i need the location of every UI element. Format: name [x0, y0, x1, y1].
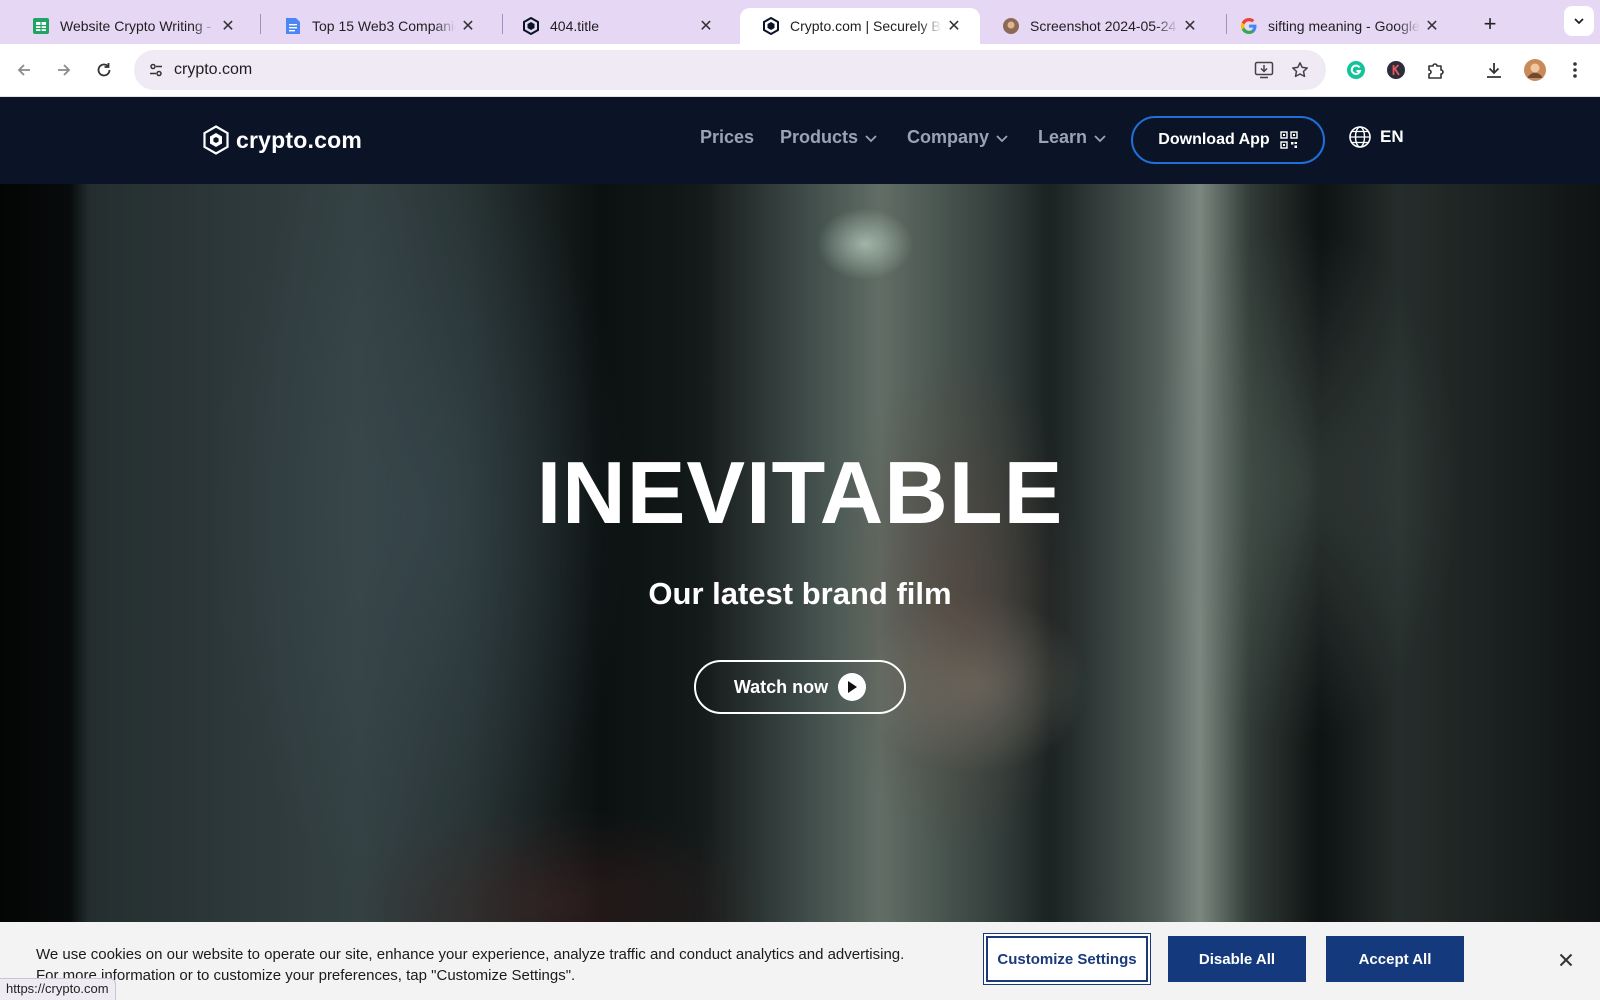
- customize-settings-button[interactable]: Customize Settings: [986, 936, 1148, 982]
- close-tab-icon[interactable]: ✕: [456, 14, 480, 38]
- forward-button[interactable]: [50, 56, 78, 84]
- arrow-right-icon: [58, 64, 71, 76]
- back-button[interactable]: [10, 56, 38, 84]
- arrow-left-icon: [17, 64, 30, 76]
- nav-products[interactable]: Products: [780, 127, 878, 148]
- nav-label: Products: [780, 127, 859, 147]
- nav-label: Prices: [700, 127, 755, 147]
- tab-website-crypto-writing[interactable]: Website Crypto Writing - Google Sheets ✕: [10, 8, 254, 44]
- crypto-com-logo[interactable]: crypto.com: [202, 125, 362, 155]
- grammarly-extension-icon[interactable]: [1342, 56, 1370, 84]
- close-icon[interactable]: [1554, 948, 1578, 972]
- tab-404-title[interactable]: 404.title ✕: [500, 8, 732, 44]
- tab-sifting-meaning[interactable]: sifting meaning - Google Search ✕: [1218, 8, 1458, 44]
- sheets-icon: [32, 17, 50, 35]
- new-tab-button[interactable]: +: [1476, 10, 1504, 38]
- nav-prices[interactable]: Prices: [700, 127, 754, 148]
- site-settings-icon[interactable]: [144, 58, 168, 82]
- chevron-down-icon: [996, 134, 1008, 142]
- tab-title: 404.title: [550, 18, 600, 34]
- url-text[interactable]: crypto.com: [174, 61, 252, 79]
- close-tab-icon[interactable]: ✕: [942, 14, 966, 38]
- tab-title: sifting meaning - Google Search: [1268, 18, 1420, 34]
- nav-company[interactable]: Company: [907, 127, 1009, 148]
- image-icon: [1002, 17, 1020, 35]
- hero-subtitle: Our latest brand film: [648, 576, 952, 611]
- tab-title: Screenshot 2024-05-24 at: [1030, 18, 1178, 34]
- install-app-icon[interactable]: [1252, 58, 1276, 82]
- tab-title: Top 15 Web3 Companies in 2024: [312, 18, 456, 34]
- watch-now-label: Watch now: [733, 676, 829, 697]
- reload-button[interactable]: [90, 56, 118, 84]
- address-bar[interactable]: crypto.com: [134, 50, 1326, 90]
- chevron-down-icon: [865, 134, 877, 142]
- logo-text: crypto.com: [236, 126, 362, 153]
- tab-divider: [260, 14, 261, 34]
- accept-all-button[interactable]: Accept All: [1326, 936, 1464, 982]
- close-tab-icon[interactable]: ✕: [694, 14, 718, 38]
- language-selector[interactable]: EN: [1348, 125, 1404, 149]
- reload-icon: [97, 63, 111, 77]
- hero-title: INEVITABLE: [536, 443, 1064, 542]
- status-bar-url: https://crypto.com: [0, 978, 116, 1000]
- site-header: crypto.com Prices Products Company Learn…: [0, 97, 1600, 184]
- nav-learn[interactable]: Learn: [1038, 127, 1107, 148]
- language-label: EN: [1380, 127, 1404, 146]
- download-app-label: Download App: [1158, 131, 1270, 148]
- docs-icon: [284, 17, 302, 35]
- downloads-icon[interactable]: [1480, 56, 1508, 84]
- watch-now-button[interactable]: Watch now: [694, 660, 906, 714]
- tab-screenshot[interactable]: Screenshot 2024-05-24 at ✕: [980, 8, 1216, 44]
- disable-all-button[interactable]: Disable All: [1168, 936, 1306, 982]
- bookmark-star-icon[interactable]: [1288, 58, 1312, 82]
- close-tab-icon[interactable]: ✕: [1420, 14, 1444, 38]
- tab-title: Website Crypto Writing - Google Sheets: [60, 18, 216, 34]
- crypto-com-icon: [762, 17, 780, 35]
- browser-toolbar: crypto.com: [0, 44, 1600, 97]
- tab-top-15-web3-companies[interactable]: Top 15 Web3 Companies in 2024 ✕: [262, 8, 494, 44]
- download-app-button[interactable]: Download App: [1131, 116, 1325, 164]
- extensions-puzzle-icon[interactable]: [1422, 56, 1450, 84]
- hero-video-banner: INEVITABLE Our latest brand film Watch n…: [0, 184, 1600, 922]
- play-icon: [838, 673, 867, 701]
- google-icon: [1240, 17, 1258, 35]
- qr-code-icon: [1279, 131, 1298, 149]
- crypto-com-logo-icon: [203, 125, 229, 155]
- crypto-com-icon: [522, 17, 540, 35]
- close-tab-icon[interactable]: ✕: [1178, 14, 1202, 38]
- globe-icon: [1349, 126, 1371, 148]
- tab-search-button[interactable]: [1564, 6, 1594, 36]
- profile-avatar[interactable]: [1521, 56, 1549, 84]
- cookie-consent-banner: We use cookies on our website to operate…: [0, 922, 1600, 1000]
- nav-label: Learn: [1038, 127, 1088, 147]
- cookie-text: We use cookies on our website to operate…: [36, 946, 905, 984]
- tab-strip: Website Crypto Writing - Google Sheets ✕…: [0, 0, 1600, 44]
- k-extension-icon[interactable]: [1382, 56, 1410, 84]
- chevron-down-icon: [1094, 134, 1106, 142]
- nav-label: Company: [907, 127, 990, 147]
- tab-title: Crypto.com | Securely Buy, Sell, Store: [790, 18, 942, 34]
- browser-menu-icon[interactable]: [1561, 56, 1589, 84]
- tab-crypto-com-active[interactable]: Crypto.com | Securely Buy, Sell, Store ✕: [740, 8, 980, 44]
- chevron-down-icon: [1574, 18, 1584, 25]
- close-tab-icon[interactable]: ✕: [216, 14, 240, 38]
